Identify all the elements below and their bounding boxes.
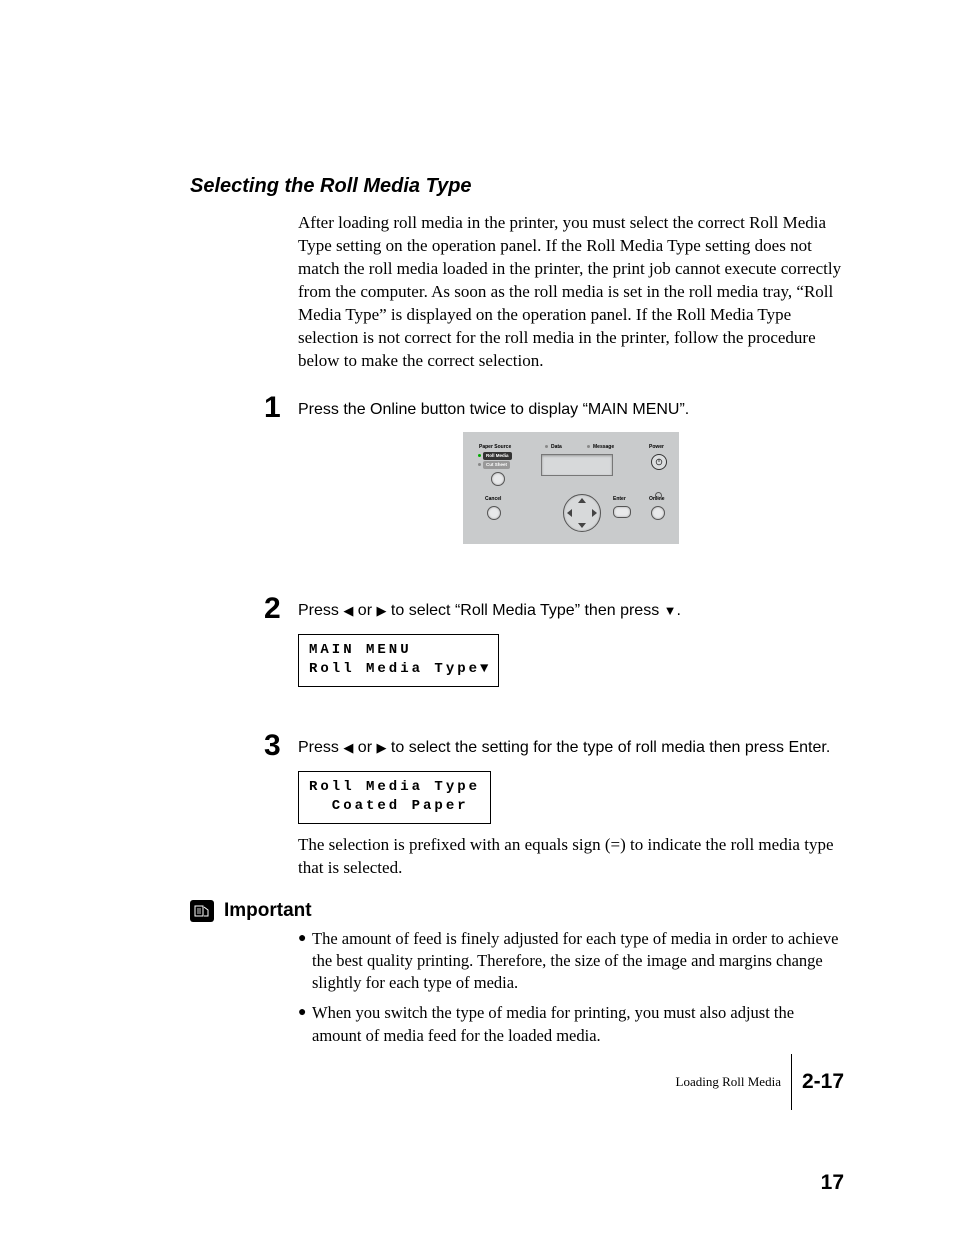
dpad-left-icon [567, 509, 572, 517]
lcd-display: Roll Media Type Coated Paper [298, 771, 491, 824]
dpad-right-icon [592, 509, 597, 517]
online-button [651, 506, 665, 520]
right-arrow-icon: ▶ [376, 603, 386, 618]
lcd-screen [541, 454, 613, 476]
left-arrow-icon: ◀ [343, 603, 353, 618]
pill-roll-media: Roll Media [483, 452, 512, 460]
step-3: 3 Press ◀ or ▶ to select the setting for… [190, 737, 844, 880]
down-arrow-icon: ▼ [480, 661, 488, 677]
bullet-dot-icon: ● [298, 928, 312, 995]
step-body: Press ◀ or ▶ to select “Roll Media Type”… [298, 600, 844, 687]
led-data [545, 445, 548, 448]
step-number: 3 [264, 731, 298, 761]
important-header: Important [190, 900, 844, 922]
bullet-item: ● The amount of feed is finely adjusted … [298, 928, 844, 995]
step-after-text: The selection is prefixed with an equals… [298, 834, 844, 880]
bullet-text: When you switch the type of media for pr… [312, 1002, 844, 1047]
operation-panel: Paper Source Roll Media Cut Sheet Data M… [463, 432, 679, 544]
pill-cut-sheet: Cut Sheet [483, 461, 510, 469]
important-bullets: ● The amount of feed is finely adjusted … [298, 928, 844, 1047]
step-text-part: or [353, 602, 376, 619]
paper-source-button [491, 472, 505, 486]
left-arrow-icon: ◀ [343, 740, 353, 755]
page-footer: Loading Roll Media 2-17 [676, 1054, 844, 1110]
bullet-text: The amount of feed is finely adjusted fo… [312, 928, 844, 995]
label-power: Power [649, 444, 664, 451]
step-1: 1 Press the Online button twice to displ… [190, 399, 844, 581]
led-cut-sheet [478, 463, 481, 466]
intro-paragraph: After loading roll media in the printer,… [298, 212, 844, 373]
footer-title: Loading Roll Media [676, 1074, 781, 1090]
label-data: Data [551, 444, 562, 451]
step-text: Press the Online button twice to display… [298, 401, 689, 418]
lcd-display: MAIN MENU Roll Media Type▼ [298, 634, 499, 687]
section-heading: Selecting the Roll Media Type [190, 175, 844, 198]
label-message: Message [593, 444, 614, 451]
footer-page-number: 2-17 [802, 1070, 844, 1094]
label-enter: Enter [613, 496, 626, 503]
power-button [651, 454, 667, 470]
step-text-part: Press [298, 739, 343, 756]
led-roll-media [478, 454, 481, 457]
step-number: 1 [264, 393, 298, 423]
lcd-line: Roll Media Type [309, 661, 480, 677]
enter-button [613, 506, 631, 518]
label-cancel: Cancel [485, 496, 501, 503]
bottom-page-number: 17 [821, 1171, 844, 1195]
step-text-part: Press [298, 602, 343, 619]
lcd-line: Coated Paper [309, 798, 469, 814]
step-body: Press ◀ or ▶ to select the setting for t… [298, 737, 844, 880]
cancel-button [487, 506, 501, 520]
right-arrow-icon: ▶ [376, 740, 386, 755]
important-icon [190, 900, 214, 922]
dpad [563, 494, 601, 532]
bullet-item: ● When you switch the type of media for … [298, 1002, 844, 1047]
dpad-up-icon [578, 498, 586, 503]
step-text-part: or [353, 739, 376, 756]
step-body: Press the Online button twice to display… [298, 399, 844, 581]
step-number: 2 [264, 594, 298, 624]
step-text-part: to select “Roll Media Type” then press [386, 602, 663, 619]
down-arrow-icon: ▼ [664, 603, 677, 618]
label-paper-source: Paper Source [479, 444, 511, 451]
lcd-line: Roll Media Type [309, 779, 480, 795]
step-text-part: to select the setting for the type of ro… [386, 739, 830, 756]
led-message [587, 445, 590, 448]
operation-panel-figure: Paper Source Roll Media Cut Sheet Data M… [298, 432, 844, 544]
footer-divider [791, 1054, 792, 1110]
important-label: Important [224, 900, 312, 922]
dpad-down-icon [578, 523, 586, 528]
step-text-part: . [677, 602, 681, 619]
lcd-line: MAIN MENU [309, 642, 412, 658]
bullet-dot-icon: ● [298, 1002, 312, 1047]
step-2: 2 Press ◀ or ▶ to select “Roll Media Typ… [190, 600, 844, 687]
